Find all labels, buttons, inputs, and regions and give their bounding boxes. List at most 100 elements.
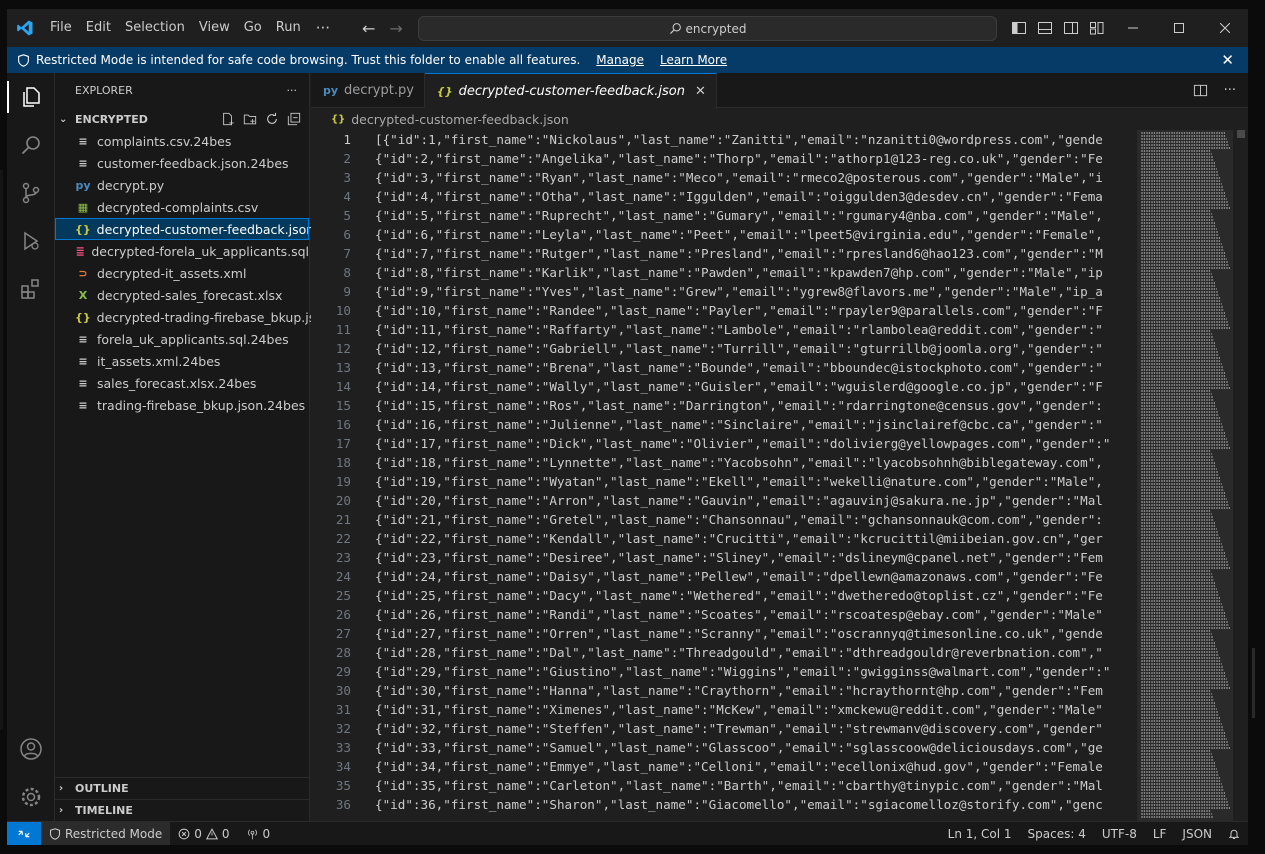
new-folder-icon[interactable] — [243, 112, 257, 126]
toggle-primary-sidebar-icon[interactable] — [1011, 20, 1027, 36]
search-activity[interactable] — [7, 121, 55, 169]
code-line: 33 {"id":33,"first_name":"Samuel","last_n… — [311, 738, 1134, 757]
minimap-line — [1141, 591, 1218, 593]
line-number: 9 — [343, 284, 351, 299]
source-control-activity[interactable] — [7, 169, 55, 217]
line-content: {"id":26,"first_name":"Randi","last_name… — [375, 607, 1103, 622]
file-item[interactable]: py decrypt.py — [55, 174, 309, 196]
editor-more-button[interactable]: ··· — [1224, 83, 1236, 98]
code-line: 34 {"id":34,"first_name":"Emmye","last_na… — [311, 757, 1134, 776]
extensions-icon — [21, 279, 39, 299]
problems-status[interactable]: 0 0 — [170, 827, 237, 841]
file-name: sales_forecast.xlsx.24bes — [97, 375, 257, 391]
file-item[interactable]: ≡ sales_forecast.xlsx.24bes — [55, 372, 309, 394]
folder-header[interactable]: ⌄ ENCRYPTED — [55, 108, 309, 130]
indentation[interactable]: Spaces: 4 — [1020, 827, 1094, 841]
file-item[interactable]: ≡ trading-firebase_bkup.json.24bes — [55, 394, 309, 416]
minimap-line — [1141, 342, 1215, 344]
refresh-icon[interactable] — [265, 112, 279, 126]
minimap-line — [1141, 804, 1229, 806]
line-number: 16 — [335, 417, 351, 432]
toggle-secondary-sidebar-icon[interactable] — [1063, 20, 1079, 36]
file-item[interactable]: ≣ decrypted-forela_uk_applicants.sql — [55, 240, 309, 262]
scrollbar-thumb[interactable] — [1237, 130, 1245, 138]
learn-more-link[interactable]: Learn More — [660, 53, 727, 67]
file-item[interactable]: ▦ decrypted-complaints.csv — [55, 196, 309, 218]
menu-item-edit[interactable]: Edit — [79, 9, 118, 47]
remote-indicator-icon[interactable] — [7, 821, 41, 845]
timeline-section[interactable]: › TIMELINE — [55, 799, 309, 821]
code-line: 4 {"id":4,"first_name":"Otha","last_name"… — [311, 187, 1134, 206]
menu-item-go[interactable]: Go — [237, 9, 269, 47]
explorer-activity[interactable] — [7, 73, 55, 121]
minimap-line — [1141, 225, 1216, 227]
collapse-all-icon[interactable] — [287, 112, 301, 126]
file-item[interactable]: {} decrypted-trading-firebase_bkup.json — [55, 306, 331, 328]
line-number: 36 — [335, 797, 351, 812]
title-bar: File Edit Selection View Go Run ··· ← → encry… — [7, 9, 1248, 47]
extensions-activity[interactable] — [7, 265, 55, 313]
menu-item-selection[interactable]: Selection — [118, 9, 192, 47]
file-item[interactable]: Xdecrypted-sales_forecast.xlsx — [55, 284, 309, 306]
file-item[interactable]: ⊃ decrypted-it_assets.xml — [55, 262, 309, 284]
editor-tab[interactable]: py decrypt.py — [311, 73, 425, 108]
minimap-line — [1141, 771, 1218, 773]
outline-section[interactable]: › OUTLINE — [55, 777, 309, 799]
line-number: 29 — [335, 664, 351, 679]
minimap-line — [1141, 462, 1215, 464]
maximize-button[interactable] — [1156, 9, 1202, 47]
minimap-line — [1141, 606, 1223, 608]
manage-activity[interactable] — [7, 773, 55, 821]
minimap-line — [1141, 171, 1218, 173]
ports-status[interactable]: 0 — [238, 827, 279, 841]
minimap-line — [1141, 618, 1227, 620]
back-arrow-icon[interactable]: ← — [362, 19, 375, 38]
file-item[interactable]: ≡ customer-feedback.json.24bes — [55, 152, 309, 174]
tab-list: py decrypt.py {} decrypted-customer-feedbac… — [311, 73, 717, 109]
run-debug-activity[interactable] — [7, 217, 55, 265]
menu-item-view[interactable]: View — [192, 9, 237, 47]
minimap-line — [1141, 480, 1221, 482]
toggle-panel-icon[interactable] — [1037, 20, 1053, 36]
menu-more-button[interactable]: ··· — [308, 9, 338, 47]
code-editor[interactable]: 1 [{"id":1,"first_name":"Nickolaus","last… — [311, 130, 1134, 821]
minimap[interactable] — [1137, 130, 1233, 821]
minimap-line — [1141, 756, 1213, 758]
minimize-button[interactable] — [1110, 9, 1156, 47]
notifications-button[interactable] — [1220, 828, 1248, 840]
explorer-more-button[interactable]: ··· — [287, 84, 298, 97]
close-tab-icon[interactable]: ✕ — [695, 84, 706, 99]
new-file-icon[interactable] — [221, 112, 235, 126]
customize-layout-icon[interactable] — [1089, 20, 1105, 36]
manage-link[interactable]: Manage — [596, 53, 644, 67]
forward-arrow-icon[interactable]: → — [389, 19, 402, 38]
encoding[interactable]: UTF-8 — [1094, 827, 1145, 841]
language-mode[interactable]: JSON — [1174, 827, 1220, 841]
file-item[interactable]: {} decrypted-customer-feedback.json — [55, 218, 314, 240]
close-banner-icon[interactable]: ✕ — [1221, 51, 1234, 69]
minimap-line — [1141, 306, 1223, 308]
end-of-line[interactable]: LF — [1145, 827, 1175, 841]
command-center-search[interactable]: encrypted — [418, 16, 997, 41]
vscode-logo-icon — [7, 9, 43, 47]
file-item[interactable]: ≡ forela_uk_applicants.sql.24bes — [55, 328, 309, 350]
minimap-line — [1141, 213, 1212, 215]
accounts-activity[interactable] — [7, 725, 55, 773]
minimap-line — [1141, 387, 1230, 389]
code-line: 24 {"id":24,"first_name":"Daisy","last_na… — [311, 567, 1134, 586]
cursor-position[interactable]: Ln 1, Col 1 — [940, 827, 1020, 841]
split-editor-icon[interactable] — [1193, 83, 1208, 98]
restricted-mode-status[interactable]: Restricted Mode — [41, 821, 171, 845]
breadcrumb-file[interactable]: decrypted-customer-feedback.json — [351, 112, 569, 127]
editor-tab[interactable]: {} decrypted-customer-feedback.json ✕ — [424, 73, 717, 109]
menu-item-file[interactable]: File — [43, 9, 79, 47]
minimap-line — [1141, 315, 1226, 317]
file-name: decrypted-complaints.csv — [97, 199, 259, 215]
line-content: {"id":32,"first_name":"Steffen","last_na… — [375, 721, 1103, 736]
menu-item-run[interactable]: Run — [269, 9, 308, 47]
vertical-scrollbar[interactable] — [1234, 130, 1248, 821]
file-item[interactable]: ≡ it_assets.xml.24bes — [55, 350, 309, 372]
close-window-button[interactable] — [1202, 9, 1248, 47]
file-item[interactable]: ≡ complaints.csv.24bes — [55, 130, 309, 152]
code-line: 22 {"id":22,"first_name":"Kendall","last_… — [311, 529, 1134, 548]
